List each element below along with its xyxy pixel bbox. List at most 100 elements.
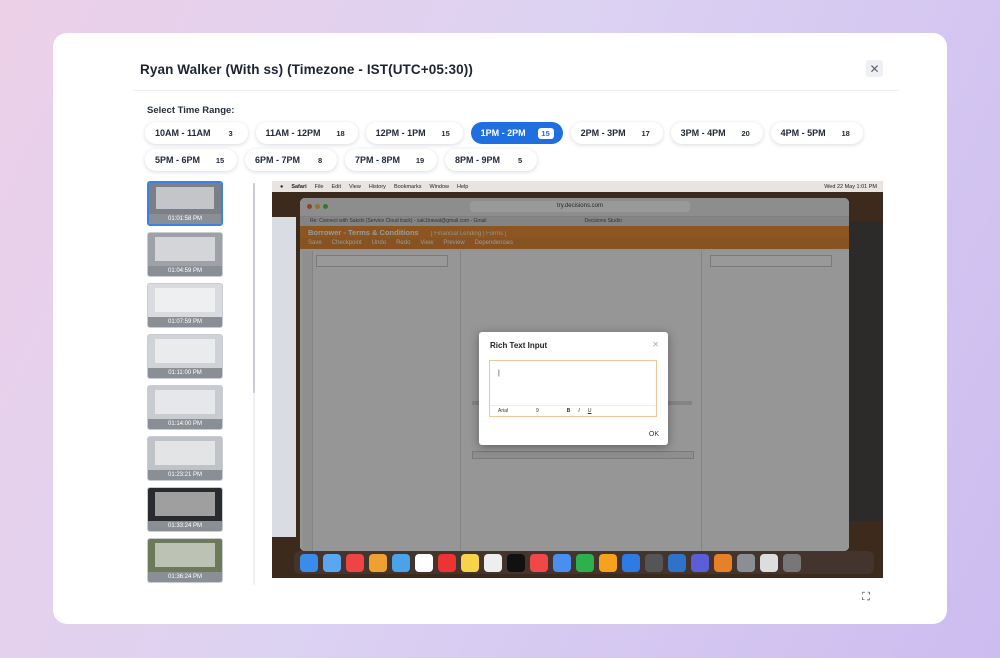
time-range-chip-label: 8PM - 9PM — [455, 155, 501, 165]
menubar-item: Help — [457, 183, 469, 190]
thumbnail-image — [148, 488, 222, 522]
size-select: 9 — [536, 408, 539, 414]
thumbnail-image — [148, 284, 222, 318]
background-window-left — [272, 217, 296, 537]
thumbnail-image — [148, 335, 222, 369]
time-range-chip-label: 2PM - 3PM — [580, 128, 626, 138]
dock-app-icon — [576, 553, 594, 572]
time-range-chip[interactable]: 2PM - 3PM 17 — [570, 122, 663, 144]
menubar-item: Edit — [331, 183, 341, 190]
thumbnail-timestamp: 01:23:21 PM — [148, 470, 222, 480]
thumbnail-image — [148, 233, 222, 267]
thumbnail-timestamp: 01:07:59 PM — [148, 317, 222, 327]
thumbnail-timestamp: 01:01:58 PM — [149, 214, 221, 224]
apple-icon: ● — [280, 183, 284, 190]
modal-title: Ryan Walker (With ss) (Timezone - IST(UT… — [140, 62, 473, 77]
screenshot-count-badge: 15 — [441, 128, 450, 138]
dock-app-icon — [645, 553, 663, 572]
thumbnail-image — [148, 437, 222, 471]
mac-menubar: ● Safari File Edit View History Bookmarks Wind… — [272, 181, 883, 192]
text-caret: | — [498, 370, 500, 377]
time-range-chips: 10AM - 11AM 3 11AM - 12PM 18 12PM - 1PM 15 1PM… — [145, 122, 885, 171]
time-range-chip[interactable]: 5PM - 6PM 15 — [145, 149, 238, 171]
screenshot-thumbnail[interactable]: 01:01:58 PM — [147, 181, 223, 226]
dock-app-icon — [530, 553, 548, 572]
time-range-chip-label: 12PM - 1PM — [375, 128, 426, 138]
screenshot-count-badge: 18 — [841, 128, 850, 138]
thumbnail-image — [149, 183, 221, 215]
font-select: Arial — [498, 408, 509, 414]
time-range-chip[interactable]: 4PM - 5PM 18 — [770, 122, 863, 144]
time-range-chip[interactable]: 11AM - 12PM 18 — [255, 122, 358, 144]
time-range-label: Select Time Range: — [147, 105, 235, 116]
dock-app-icon — [622, 553, 640, 572]
dialog-close-icon: ✕ — [652, 340, 659, 349]
screenshot-thumbnail[interactable]: 01:14:00 PM — [147, 385, 223, 430]
time-range-chip-label: 4PM - 5PM — [780, 128, 826, 138]
screenshot-count-badge: 17 — [641, 128, 650, 138]
dock-app-icon — [300, 553, 318, 572]
time-range-chip-label: 10AM - 11AM — [155, 128, 211, 138]
dock-app-icon — [369, 553, 387, 572]
underline-icon: U — [587, 408, 592, 414]
screenshot-count-badge: 3 — [228, 128, 233, 138]
screenshot-thumbnail[interactable]: 01:23:21 PM — [147, 436, 223, 481]
scrollbar-thumb[interactable] — [253, 183, 255, 393]
divider — [133, 90, 899, 91]
screenshot-count-badge: 15 — [537, 127, 554, 139]
rich-text-input-dialog: Rich Text Input ✕ | Arial 9 B I U OK — [479, 332, 668, 445]
screenshot-thumbnail[interactable]: 01:07:59 PM — [147, 283, 223, 328]
dock-app-icon — [461, 553, 479, 572]
menubar-item: History — [368, 183, 386, 190]
thumbnail-image — [148, 539, 222, 573]
time-range-chip[interactable]: 6PM - 7PM 8 — [245, 149, 338, 171]
thumbnail-scrollbar[interactable] — [253, 183, 255, 585]
dock-app-icon — [737, 553, 755, 572]
close-icon[interactable]: ✕ — [866, 60, 883, 77]
dock-app-icon — [346, 553, 364, 572]
dock-app-icon — [691, 553, 709, 572]
screenshot-modal: Ryan Walker (With ss) (Timezone - IST(UT… — [53, 33, 947, 624]
dock-app-icon — [783, 553, 801, 572]
thumbnail-timestamp: 01:36:24 PM — [148, 572, 222, 582]
menubar-item: Window — [429, 183, 450, 190]
dialog-title: Rich Text Input — [490, 341, 548, 350]
dock-app-icon — [668, 553, 686, 572]
editor-toolbar: Arial 9 B I U — [490, 405, 656, 416]
screenshot-thumbnail-list: 01:01:58 PM 01:04:59 PM 01:07:59 PM 01:11:0… — [146, 181, 226, 585]
thumbnail-image — [148, 386, 222, 420]
menubar-item: Bookmarks — [393, 183, 422, 190]
thumbnail-timestamp: 01:33:24 PM — [148, 521, 222, 531]
screenshot-thumbnail[interactable]: 01:36:24 PM — [147, 538, 223, 583]
thumbnail-timestamp: 01:14:00 PM — [148, 419, 222, 429]
rich-text-editor: | Arial 9 B I U — [489, 360, 657, 417]
screenshot-thumbnail[interactable]: 01:33:24 PM — [147, 487, 223, 532]
dock-app-icon — [507, 553, 525, 572]
screenshot-viewer: ● Safari File Edit View History Bookmarks Wind… — [272, 181, 883, 578]
thumbnail-timestamp: 01:11:00 PM — [148, 368, 222, 378]
screenshot-count-badge: 18 — [336, 128, 345, 138]
screenshot-thumbnail[interactable]: 01:11:00 PM — [147, 334, 223, 379]
dock-app-icon — [438, 553, 456, 572]
expand-icon[interactable]: ⛶ — [859, 590, 873, 604]
dock-app-icon — [553, 553, 571, 572]
time-range-chip[interactable]: 12PM - 1PM 15 — [365, 122, 463, 144]
time-range-chip[interactable]: 8PM - 9PM 5 — [445, 149, 538, 171]
time-range-chip-label: 7PM - 8PM — [355, 155, 401, 165]
dialog-ok-button: OK — [648, 431, 659, 438]
dock-app-icon — [392, 553, 410, 572]
menubar-item: View — [348, 183, 361, 190]
time-range-chip-label: 3PM - 4PM — [680, 128, 726, 138]
menubar-item: File — [314, 183, 324, 190]
mac-dock — [294, 551, 874, 574]
time-range-chip[interactable]: 7PM - 8PM 19 — [345, 149, 438, 171]
time-range-chip[interactable]: 3PM - 4PM 20 — [670, 122, 763, 144]
thumbnail-timestamp: 01:04:59 PM — [148, 266, 222, 276]
time-range-chip[interactable]: 1PM - 2PM 15 — [470, 122, 563, 144]
screenshot-count-badge: 20 — [741, 128, 750, 138]
dock-app-icon — [760, 553, 778, 572]
screenshot-thumbnail[interactable]: 01:04:59 PM — [147, 232, 223, 277]
time-range-chip-label: 5PM - 6PM — [155, 155, 201, 165]
time-range-chip-label: 6PM - 7PM — [255, 155, 301, 165]
time-range-chip[interactable]: 10AM - 11AM 3 — [145, 122, 248, 144]
